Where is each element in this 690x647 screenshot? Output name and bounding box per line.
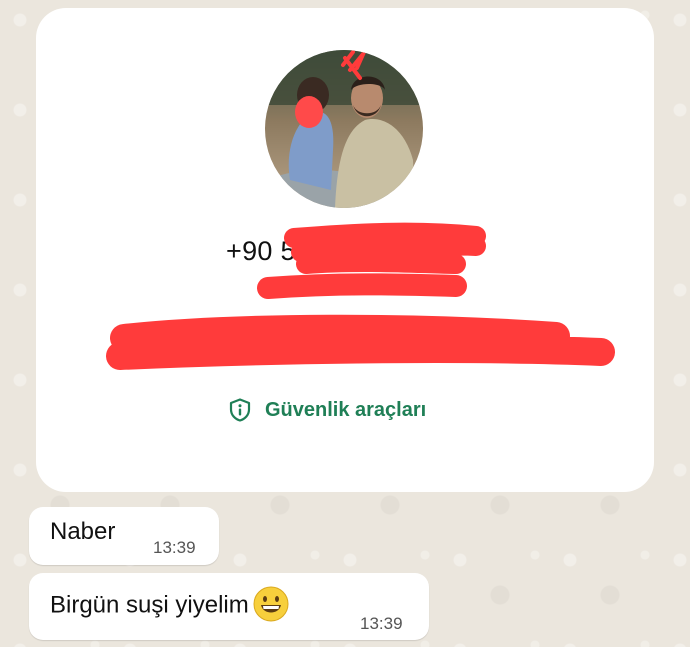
redaction-stroke-status bbox=[106, 314, 615, 370]
message-text: Naber bbox=[50, 518, 116, 545]
message-time: 13:39 bbox=[360, 614, 403, 633]
contact-avatar[interactable] bbox=[265, 50, 423, 208]
redaction-stroke-name bbox=[257, 273, 467, 299]
message-bubble[interactable]: Birgün suşi yiyelim 13:39 bbox=[29, 573, 429, 640]
message-time: 13:39 bbox=[153, 538, 196, 557]
phone-number-visible: +90 5 bbox=[226, 236, 296, 266]
message-text-with-emoji: Birgün suşi yiyelim bbox=[50, 586, 289, 624]
shield-info-icon bbox=[229, 398, 251, 422]
message-text: Birgün suşi yiyelim bbox=[50, 591, 249, 619]
security-tools-button[interactable]: Güvenlik araçları bbox=[229, 392, 426, 428]
redaction-stroke-phone bbox=[284, 222, 486, 274]
contact-phone-number: +90 5 bbox=[226, 236, 296, 267]
message-bubble[interactable]: Naber 13:39 bbox=[29, 507, 219, 565]
grinning-face-emoji-icon bbox=[253, 586, 289, 622]
contact-info-card: +90 5 Güvenlik araçları bbox=[36, 8, 654, 492]
avatar-photo bbox=[265, 50, 423, 208]
security-tools-label: Güvenlik araçları bbox=[265, 398, 427, 421]
